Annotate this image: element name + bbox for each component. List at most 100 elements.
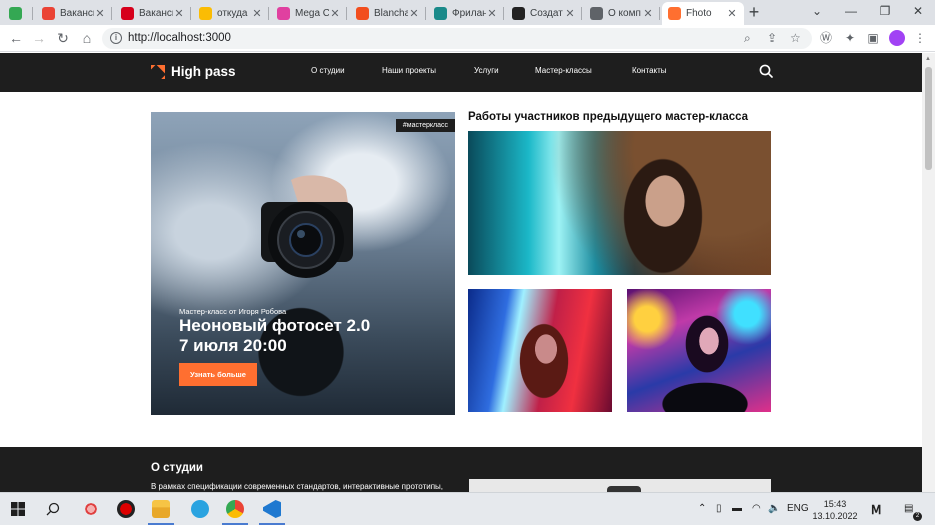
close-window-button[interactable]: ✕ [901,0,935,25]
gallery-photo-large[interactable] [468,131,771,275]
tab-close-icon[interactable]: ✕ [173,7,185,20]
record-app-icon[interactable] [117,500,135,518]
browser-tab[interactable]: Ваканси✕ [115,2,191,25]
taskbar-clock[interactable]: 15:43 13.10.2022 [812,498,858,522]
site-logo[interactable]: High pass [151,64,236,79]
maximize-button[interactable]: ❐ [868,0,902,25]
hero-title-line: Неоновый фотосет 2.0 [179,316,371,335]
tab-close-icon[interactable]: ✕ [251,7,263,20]
browser-tab[interactable]: Создат ✕ [506,2,582,25]
nav-link-contacts[interactable]: Контакты [632,66,667,75]
taskbar-search-icon[interactable] [46,502,60,516]
paint-app-icon[interactable] [82,500,100,518]
hero-title: Неоновый фотосет 2.0 7 июля 20:00 [179,316,370,356]
tab-favicon-icon [121,7,134,20]
gallery-title: Работы участников предыдущего мастер-кла… [468,111,749,123]
scroll-up-icon[interactable]: ▲ [925,56,931,62]
hashtag-badge: #мастеркласс [395,119,455,132]
gallery-photo-small-right[interactable] [627,289,771,412]
tab-close-icon[interactable]: ✕ [408,7,420,20]
volume-mute-icon[interactable]: 🔈 [768,503,780,514]
forward-icon[interactable]: → [29,28,49,48]
tab-close-icon[interactable]: ✕ [642,7,654,20]
address-bar[interactable]: i http://localhost:3000 ⌕ ⇪ ☆ [102,28,812,49]
browser-tab[interactable]: Blancha ✕ [350,2,426,25]
zoom-icon[interactable]: ⌕ [744,31,751,46]
tab-title: Ваканси [60,8,94,19]
search-icon[interactable] [759,64,773,78]
about-text: В рамках спецификации современных станда… [151,482,444,491]
vscode-icon[interactable] [263,500,281,518]
share-icon[interactable]: ⇪ [767,31,777,45]
tab-title: Ваканси [139,8,173,19]
browser-tab[interactable]: Ваканси✕ [36,2,112,25]
browser-tab[interactable]: О комп ✕ [584,2,660,25]
clock-time: 15:43 [823,499,847,509]
site-info-icon[interactable]: i [110,32,122,44]
device-icon[interactable]: ▯ [716,503,722,514]
tab-favicon-icon [42,7,55,20]
nav-link-about[interactable]: О студии [311,66,345,75]
tab-title: Fhoto [686,8,712,19]
windows-start-icon[interactable] [11,502,25,516]
browser-tab[interactable]: откуда ✕ [193,2,269,25]
page-scrollbar[interactable]: ▲ [922,53,935,492]
new-tab-button[interactable]: + [744,3,764,23]
notifications-icon[interactable]: ▤ [904,503,913,514]
back-icon[interactable]: ← [6,28,26,48]
tab-title: Создат [530,8,563,19]
tab-favicon-icon [9,7,22,20]
logo-mark-icon [151,64,165,79]
tab-close-icon[interactable]: ✕ [94,7,106,20]
tab-close-icon[interactable]: ✕ [486,7,498,20]
tab-title: Фрилан [452,8,486,19]
language-indicator[interactable]: ENG [787,503,809,514]
url-text[interactable]: http://localhost:3000 [128,32,231,44]
minimize-button[interactable]: — [834,0,868,25]
tab-title: Mega C [295,8,329,19]
reload-icon[interactable]: ↻ [53,28,73,48]
tab-favicon-icon [356,7,369,20]
telegram-icon[interactable] [191,500,209,518]
home-icon[interactable]: ⌂ [77,28,97,48]
menu-kebab-icon[interactable]: ⋮ [912,30,928,46]
browser-tab[interactable]: Mega C ✕ [271,2,347,25]
battery-icon[interactable]: ▬ [732,503,742,514]
wifi-icon[interactable]: ◠ [752,503,761,514]
gallery-photo-small-left[interactable] [468,289,612,412]
browser-toolbar: ← → ↻ ⌂ i http://localhost:3000 ⌕ ⇪ ☆ Ⓦ … [0,25,935,52]
tab-close-icon[interactable]: ✕ [329,7,341,20]
profile-avatar[interactable] [889,30,905,46]
logo-text: High pass [171,64,236,79]
meet-now-icon[interactable]: Ⅿ [871,503,881,517]
tab-favicon-icon [512,7,525,20]
windows-taskbar: ⌃ ▯ ▬ ◠ 🔈 ENG 15:43 13.10.2022 Ⅿ ▤ 2 [0,492,935,525]
nav-link-services[interactable]: Услуги [474,66,499,75]
tab-close-icon[interactable]: ✕ [726,7,738,20]
tab-search-icon[interactable]: ⌄ [800,0,834,25]
clock-date: 13.10.2022 [812,511,858,521]
hero-subtitle: Мастер-класс от Игоря Робова [179,307,287,316]
tab-close-icon[interactable]: ✕ [564,7,576,20]
scroll-thumb[interactable] [925,67,932,170]
hero-banner: #мастеркласс Мастер-класс от Игоря Робов… [151,112,455,415]
chrome-icon[interactable] [226,500,244,518]
browser-tab[interactable]: Фрилан ✕ [428,2,504,25]
tab-favicon-icon [277,7,290,20]
tab-title: Blancha [374,8,408,19]
nav-link-projects[interactable]: Наши проекты [382,66,436,75]
browser-tab[interactable]: Fhoto ✕ [662,2,744,25]
about-section: О студии В рамках спецификации современн… [0,447,922,492]
notification-count-badge: 2 [913,512,922,521]
file-explorer-icon[interactable] [152,500,170,518]
side-panel-icon[interactable]: ▣ [865,30,881,46]
bookmark-star-icon[interactable]: ☆ [790,31,801,45]
learn-more-button[interactable]: Узнать больше [179,363,257,386]
extensions-puzzle-icon[interactable]: ✦ [842,30,858,46]
wordpress-extension-icon[interactable]: Ⓦ [818,30,834,46]
tab-favicon-icon [668,7,681,20]
tab-title: О комп [608,8,641,19]
browser-tab[interactable] [3,2,33,25]
tray-chevron-icon[interactable]: ⌃ [698,503,706,514]
nav-link-masterclasses[interactable]: Мастер-классы [535,66,592,75]
